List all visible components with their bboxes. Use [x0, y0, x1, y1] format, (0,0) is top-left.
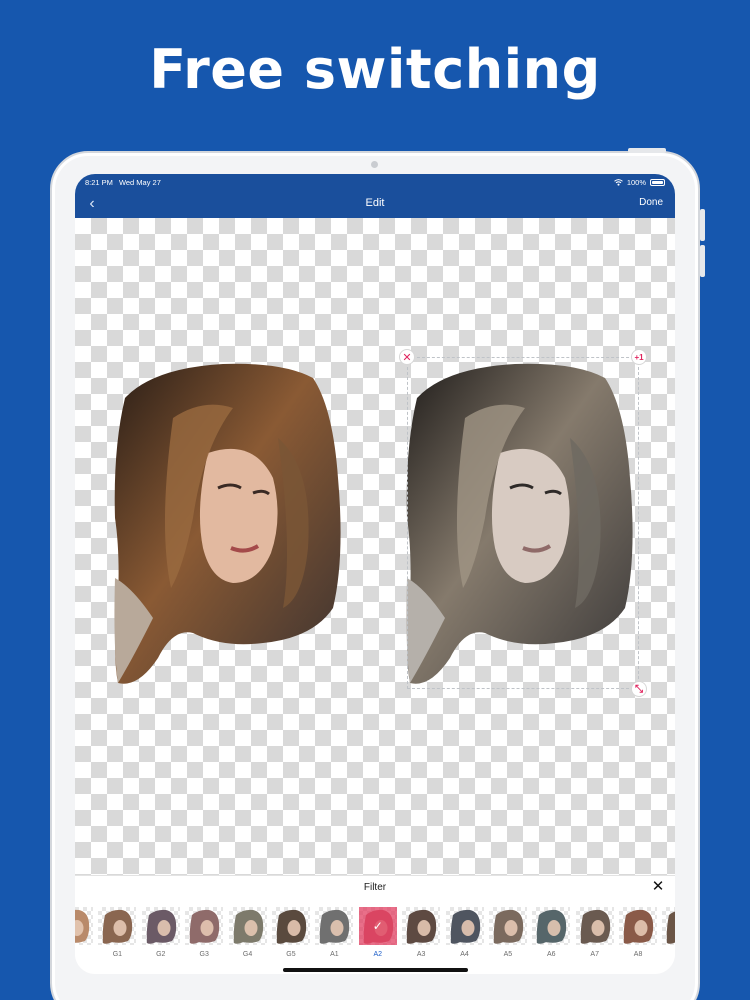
checkmark-icon: ✓	[372, 919, 383, 933]
filter-label: A2	[373, 951, 383, 958]
filter-item[interactable]: ✓ G1	[98, 907, 137, 965]
filter-preview-portrait	[320, 909, 350, 944]
filter-item[interactable]: ✓ A7	[575, 907, 614, 965]
filter-thumbnail[interactable]: ✓	[185, 907, 224, 945]
nav-bar: ‹ Edit Done	[75, 190, 675, 218]
filter-thumbnail[interactable]: ✓	[75, 907, 93, 945]
filter-item[interactable]: ✓ A5	[488, 907, 527, 965]
filter-thumbnail[interactable]: ✓	[141, 907, 180, 945]
filter-thumbnail[interactable]: ✓	[488, 907, 527, 945]
filter-item[interactable]: ✓	[662, 907, 675, 965]
volume-down-button	[700, 245, 705, 277]
selection-frame	[407, 357, 639, 689]
editing-canvas[interactable]: ✕ +1 ⤡	[75, 218, 675, 878]
resize-handle-icon[interactable]: ⤡	[631, 681, 647, 697]
filter-panel: Filter ✕ ✓✓G1✓G2✓G3✓G4✓G5✓A1✓A2✓A3✓A4✓A5…	[75, 875, 675, 974]
filter-item[interactable]: ✓ A1	[315, 907, 354, 965]
filter-label: A7	[590, 951, 599, 958]
filter-thumbnail[interactable]: ✓	[575, 907, 614, 945]
filter-strip[interactable]: ✓✓G1✓G2✓G3✓G4✓G5✓A1✓A2✓A3✓A4✓A5✓A6✓A7✓A8…	[75, 907, 675, 965]
filter-preview-portrait	[406, 909, 437, 944]
wifi-icon	[613, 178, 623, 186]
filter-preview-portrait	[493, 909, 524, 944]
close-icon[interactable]: ✕	[650, 879, 666, 895]
delete-handle-icon[interactable]: ✕	[399, 349, 415, 365]
filter-item[interactable]: ✓ A8	[619, 907, 658, 965]
filter-thumbnail[interactable]: ✓	[358, 907, 397, 945]
filter-item[interactable]: ✓ G2	[141, 907, 180, 965]
filter-thumbnail[interactable]: ✓	[98, 907, 137, 945]
filter-label: G3	[199, 951, 209, 958]
filter-preview-portrait	[103, 909, 133, 944]
top-button	[628, 148, 666, 153]
filter-thumbnail[interactable]: ✓	[315, 907, 354, 945]
filter-item[interactable]: ✓ G5	[271, 907, 310, 965]
filter-preview-portrait	[537, 909, 567, 944]
filter-item[interactable]: ✓	[75, 907, 93, 965]
filter-preview-portrait	[667, 911, 675, 944]
filter-thumbnail[interactable]: ✓	[402, 907, 441, 945]
filter-label: A8	[633, 951, 643, 958]
volume-up-button	[700, 209, 705, 241]
filter-item[interactable]: ✓ A4	[445, 907, 484, 965]
filter-preview-portrait	[146, 909, 176, 944]
home-indicator	[283, 968, 468, 972]
filter-preview-portrait	[580, 909, 610, 944]
filter-preview-portrait	[189, 909, 220, 944]
filter-thumbnail[interactable]: ✓	[619, 907, 658, 945]
filter-label: A6	[547, 951, 556, 958]
battery-icon	[650, 178, 665, 186]
page-title: Edit	[365, 197, 385, 209]
duplicate-handle-icon[interactable]: +1	[631, 349, 647, 365]
filter-label: G2	[156, 951, 166, 958]
filter-label: A5	[503, 951, 513, 958]
filter-label: G1	[112, 951, 123, 958]
filter-preview-portrait	[276, 909, 307, 944]
camera-dot	[371, 161, 378, 168]
done-button[interactable]: Done	[639, 197, 663, 208]
portrait-original[interactable]	[113, 358, 353, 688]
filter-thumbnail[interactable]: ✓	[662, 907, 675, 945]
filter-preview-portrait	[233, 909, 263, 944]
filter-preview-portrait	[623, 909, 654, 944]
filter-label: G4	[242, 951, 253, 958]
status-date: Wed May 27	[118, 177, 161, 187]
filter-item[interactable]: ✓ A2	[358, 907, 397, 965]
filter-item[interactable]: ✓ A6	[532, 907, 571, 965]
filter-label: A1	[330, 951, 339, 958]
filter-thumbnail[interactable]: ✓	[445, 907, 484, 945]
filter-thumbnail[interactable]: ✓	[228, 907, 267, 945]
status-bar: 8:21 PM Wed May 27 100%	[75, 174, 675, 190]
filter-label: A3	[416, 951, 426, 958]
battery-percent: 100%	[626, 177, 646, 187]
filter-thumbnail[interactable]: ✓	[532, 907, 571, 945]
filter-thumbnail[interactable]: ✓	[271, 907, 310, 945]
filter-item[interactable]: ✓ G3	[185, 907, 224, 965]
filter-preview-portrait	[450, 909, 480, 944]
filter-item[interactable]: ✓ G4	[228, 907, 267, 965]
headline: Free switching	[149, 38, 601, 101]
filter-label: G5	[286, 951, 296, 958]
filter-item[interactable]: ✓ A3	[402, 907, 441, 965]
filter-title: Filter	[363, 882, 387, 893]
status-time: 8:21 PM	[85, 177, 113, 187]
app-screen: 8:21 PM Wed May 27 100% ‹ Edit Done ✕ +1…	[75, 174, 675, 974]
filter-label: A4	[460, 951, 469, 958]
filter-preview-portrait	[75, 909, 90, 943]
